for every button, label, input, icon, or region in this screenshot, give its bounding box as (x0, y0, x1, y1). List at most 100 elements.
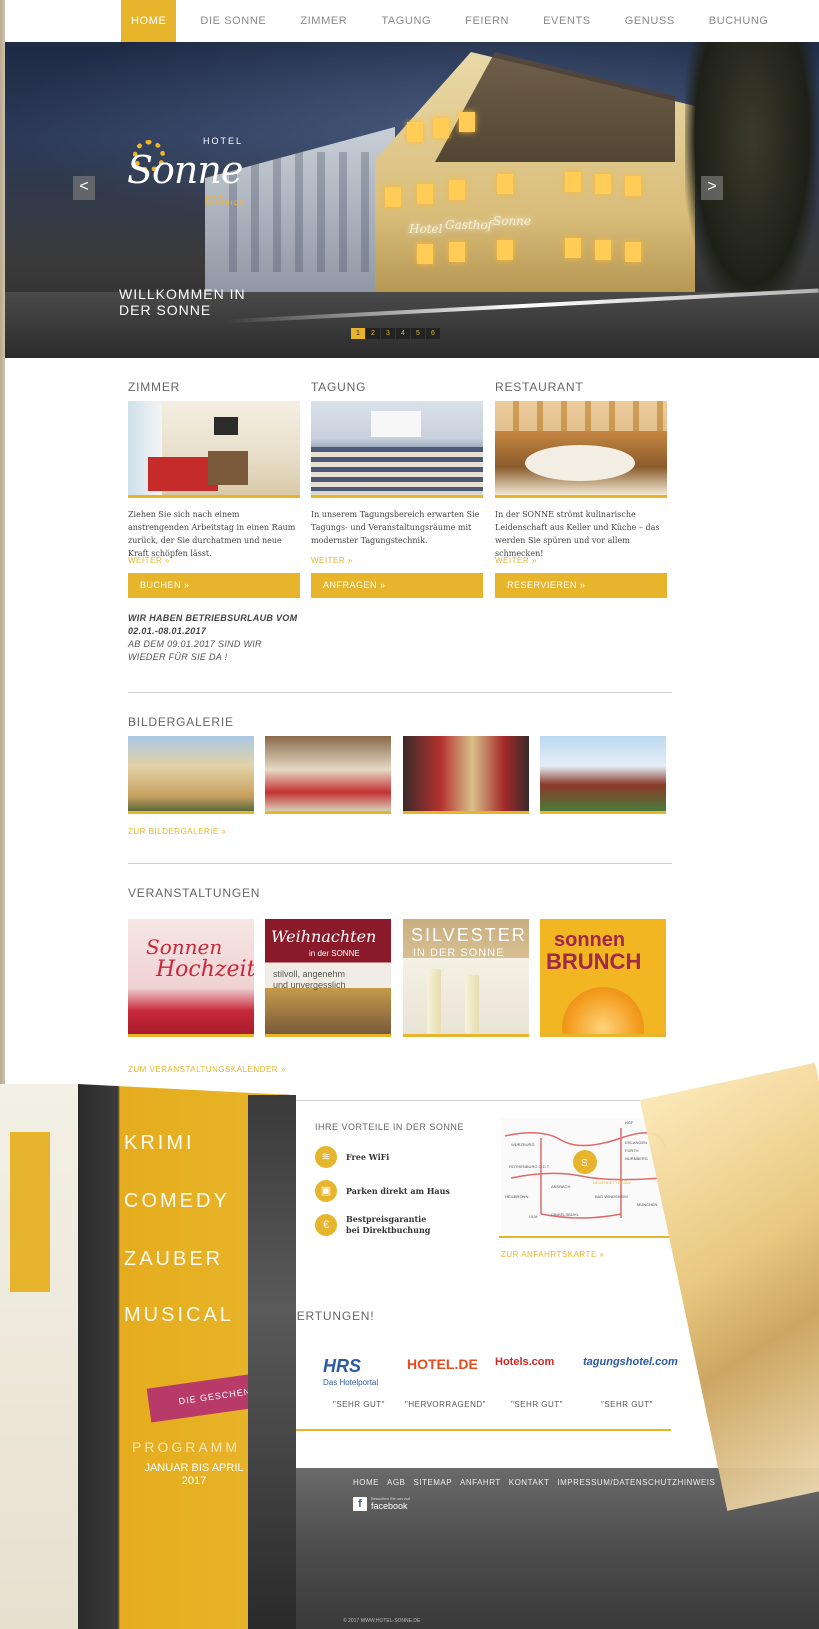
map-graphic: S (504, 1128, 666, 1219)
slide-dot-2[interactable]: 2 (366, 328, 380, 339)
nav-feiern[interactable]: FEIERN (455, 0, 519, 42)
advantages-title: IHRE VORTEILE IN DER SONNE (315, 1122, 464, 1132)
hrs-logo[interactable]: HRS (323, 1356, 361, 1377)
logo-name: Sonne (127, 148, 243, 192)
map-label: WÜRZBURG (511, 1142, 535, 1147)
event-brunch[interactable]: sonnen BRUNCH (540, 919, 666, 1037)
logo-stars: ★★★ SUPERIOR (205, 195, 245, 207)
slider-prev-arrow[interactable]: < (73, 176, 95, 200)
hotel-logo[interactable]: HOTEL Sonne ★★★ SUPERIOR (127, 134, 247, 207)
more-link[interactable]: WEITER » (495, 556, 667, 565)
nav-buchung[interactable]: BUCHUNG (699, 0, 779, 42)
book-button[interactable]: BUCHEN » (128, 573, 300, 598)
nav-genuss[interactable]: GENUSS (615, 0, 685, 42)
event-christmas-line-2: in der SONNE (309, 949, 360, 958)
window (497, 240, 513, 260)
hotelde-logo[interactable]: HOTEL.DE (407, 1356, 478, 1372)
reserve-button[interactable]: RESERVIEREN » (495, 573, 667, 598)
slider-next-arrow[interactable]: > (701, 176, 723, 200)
facebook-icon: f (353, 1496, 367, 1511)
gallery-image-people[interactable] (540, 736, 666, 814)
welcome-line-1: WILLKOMMEN IN (119, 286, 246, 302)
gallery-image-bedroom[interactable] (265, 736, 391, 814)
rating-label: "HERVORRAGEND" (405, 1400, 486, 1409)
footer-links: HOME AGB SITEMAP ANFAHRT KONTAKT IMPRESS… (353, 1478, 715, 1487)
nav-home[interactable]: HOME (121, 0, 177, 42)
hotelscom-logo[interactable]: Hotels.com (495, 1356, 554, 1368)
rating-label: "SEHR GUT" (333, 1400, 386, 1409)
column-text: In unserem Tagungsbereich erwarten Sie T… (311, 510, 480, 545)
advantage-text-line-1: Bestpreisgarantie (346, 1214, 427, 1224)
brochure-word-zauber: ZAUBER (124, 1248, 224, 1270)
events-calendar-link[interactable]: ZUM VERANSTALTUNGSKALENDER » (128, 1065, 286, 1074)
projection-screen (371, 411, 421, 437)
event-silvester[interactable]: SILVESTER IN DER SONNE (403, 919, 529, 1037)
map-divider (499, 1236, 673, 1238)
welcome-line-2: DER SONNE (119, 302, 212, 318)
nav-tagung[interactable]: TAGUNG (371, 0, 441, 42)
champagne-glass (465, 975, 479, 1033)
footer-link-impressum[interactable]: IMPRESSUM/DATENSCHUTZHINWEIS (557, 1478, 715, 1487)
slide-dot-3[interactable]: 3 (381, 328, 395, 339)
nav-die-sonne[interactable]: DIE SONNE (190, 0, 276, 42)
tagungshotel-logo[interactable]: tagungshotel.com (583, 1356, 678, 1368)
column-title: RESTAURANT (495, 380, 584, 394)
gallery-image-hotel[interactable] (128, 736, 254, 814)
sign-sonne: Sonne (493, 214, 532, 228)
gallery-title: BILDERGALERIE (128, 715, 234, 729)
window (459, 112, 475, 132)
brochure-programm: PROGRAMM (132, 1439, 240, 1455)
conference-photo[interactable] (311, 401, 483, 498)
ratings-divider (267, 1429, 671, 1431)
map-label: ROTHENBURG O.D.T. (509, 1164, 550, 1169)
gallery-image-hall[interactable] (403, 736, 529, 814)
footer-link-kontakt[interactable]: KONTAKT (509, 1478, 550, 1487)
brochure-left-strip (10, 1132, 50, 1292)
map-label: MÜNCHEN (637, 1202, 658, 1207)
restaurant-photo[interactable] (495, 401, 667, 498)
more-link[interactable]: WEITER » (128, 556, 300, 565)
slide-dot-6[interactable]: 6 (426, 328, 440, 339)
nav-zimmer[interactable]: ZIMMER (290, 0, 357, 42)
footer-link-sitemap[interactable]: SITEMAP (413, 1478, 452, 1487)
map-label: BAD WINDSHEIM (595, 1194, 628, 1199)
room-photo[interactable] (128, 401, 300, 498)
rating-label: "SEHR GUT" (601, 1400, 654, 1409)
advantages: IHRE VORTEILE IN DER SONNE ≋ Free WiFi ▣… (315, 1122, 464, 1248)
brochure-word-comedy: COMEDY (124, 1190, 230, 1212)
logo-hotel-text: HOTEL (203, 136, 244, 146)
map-label: ANSBACH (551, 1184, 571, 1189)
facebook-label: facebook (371, 1501, 408, 1511)
brochure-period: JANUAR BIS APRIL 2017 (134, 1462, 254, 1488)
slide-dot-5[interactable]: 5 (411, 328, 425, 339)
gallery-link[interactable]: ZUR BILDERGALERIE » (128, 827, 226, 836)
nav-events[interactable]: EVENTS (533, 0, 601, 42)
facebook-link[interactable]: f Besuchen Sie uns auf facebook (353, 1496, 410, 1511)
column-title: TAGUNG (311, 380, 367, 394)
desk (208, 451, 248, 485)
brochure-word-krimi: KRIMI (124, 1132, 195, 1154)
footer-link-agb[interactable]: AGB (387, 1478, 405, 1487)
map-label: HOF (625, 1120, 634, 1125)
window (497, 174, 513, 194)
map-link[interactable]: ZUR ANFAHRTSKARTE » (501, 1250, 604, 1259)
slide-dot-1[interactable]: 1 (351, 328, 365, 339)
event-wedding[interactable]: Sonnen Hochzeit (128, 919, 254, 1037)
footer-link-home[interactable]: HOME (353, 1478, 379, 1487)
euro-icon: € (315, 1214, 337, 1236)
more-link[interactable]: WEITER » (311, 556, 483, 565)
inquire-button[interactable]: ANFRAGEN » (311, 573, 483, 598)
footer-link-anfahrt[interactable]: ANFAHRT (460, 1478, 501, 1487)
route-map[interactable]: S WÜRZBURG HOF ERLANGEN FÜRTH NÜRNBERG R… (501, 1118, 669, 1234)
hero-welcome: WILLKOMMEN IN DER SONNE (119, 286, 246, 318)
advantage-text: Bestpreisgarantie bei Direktbuchung (346, 1214, 430, 1236)
map-label: ULM (529, 1214, 538, 1219)
event-silvester-line-2: IN DER SONNE (413, 947, 505, 959)
window (625, 176, 641, 196)
event-christmas-line-4: und unvergesslich (273, 980, 346, 990)
map-label: DINKELSBÜHL (551, 1212, 579, 1217)
column-text: In der SONNE strömt kulinarische Leidens… (495, 510, 660, 558)
map-label: ERLANGEN (625, 1140, 648, 1145)
event-christmas[interactable]: Weihnachten in der SONNE stilvoll, angen… (265, 919, 391, 1037)
slide-dot-4[interactable]: 4 (396, 328, 410, 339)
